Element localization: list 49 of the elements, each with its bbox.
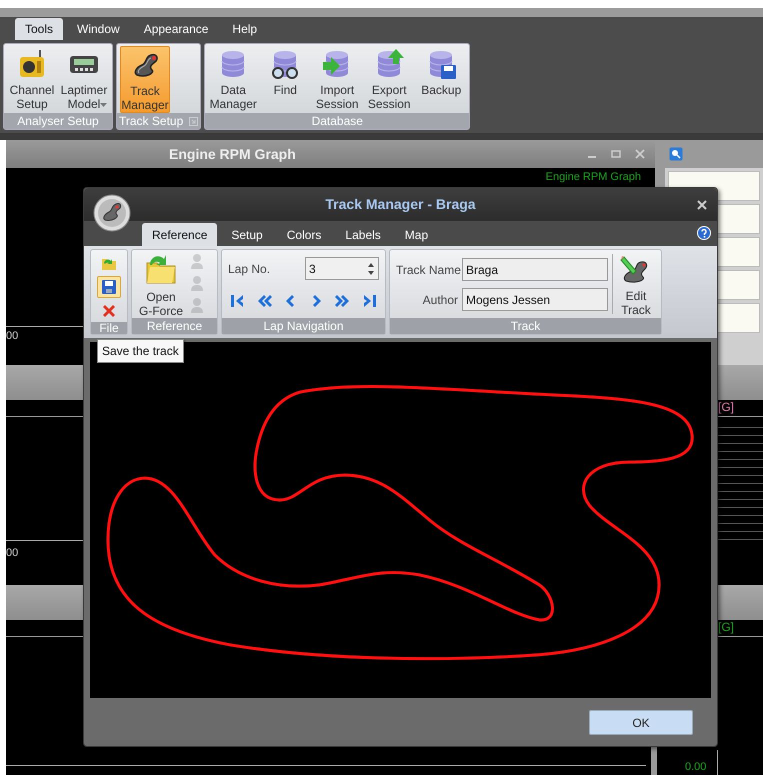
group-label: Lap Navigation	[263, 320, 344, 332]
dialog-tab[interactable]: Reference	[142, 223, 218, 246]
save-button[interactable]	[97, 276, 121, 298]
graph-legend: Engine RPM Graph	[546, 171, 641, 183]
unit-label: [G]	[718, 401, 734, 414]
ribbon-button[interactable]: Import Session	[312, 46, 362, 113]
edit-track-button[interactable]: Edit Track	[613, 250, 659, 318]
tooltip: Save the track	[97, 339, 184, 363]
group-label: Database	[312, 115, 363, 127]
dialog-tab[interactable]: Map	[394, 223, 438, 246]
ribbon-button[interactable]: Laptimer Model	[59, 46, 109, 113]
open-g-force-button[interactable]: Open G-Force	[132, 250, 190, 318]
field-label: Author	[422, 292, 458, 308]
maximize-icon[interactable]	[611, 149, 621, 159]
menu-tab[interactable]: Tools	[15, 18, 64, 40]
menu-tab[interactable]: Help	[222, 18, 268, 40]
group-label: File	[99, 322, 119, 334]
field-label: Track Name	[396, 262, 458, 278]
dialog-tab[interactable]: Setup	[221, 223, 273, 246]
ribbon-button[interactable]: Find	[260, 46, 310, 113]
track-name-field[interactable]: Braga	[462, 258, 608, 281]
group-label: Track Setup	[119, 115, 184, 127]
ribbon-button[interactable]: Channel Setup	[7, 46, 57, 113]
dialog-title: Track Manager - Braga	[324, 195, 477, 214]
help-icon[interactable]	[697, 226, 711, 240]
panel-title: Engine RPM Graph	[169, 144, 296, 164]
unit-label: [G]	[718, 621, 734, 634]
group-label: Reference	[146, 320, 202, 332]
search-icon[interactable]	[669, 147, 683, 161]
menu-tab[interactable]: Appearance	[134, 18, 218, 40]
ribbon-button[interactable]: Data Manager	[208, 46, 258, 113]
axis-value: 0.00	[685, 760, 706, 774]
dialog-tab[interactable]: Colors	[276, 223, 332, 246]
lap-number-label: Lap No.	[228, 260, 270, 278]
axis-label: 00	[6, 546, 18, 561]
close-icon[interactable]	[697, 200, 707, 210]
ok-button[interactable]: OK	[589, 710, 693, 735]
splitter-bar[interactable]	[651, 745, 657, 775]
axis-label: 00	[6, 329, 18, 344]
menu-tab[interactable]: Window	[67, 18, 130, 40]
ribbon-button[interactable]: Backup	[416, 46, 466, 113]
fast-forward-icon[interactable]	[334, 292, 352, 310]
lap-number-spinner[interactable]: 3	[305, 257, 379, 280]
ribbon-button[interactable]: Export Session	[364, 46, 414, 113]
author-field[interactable]: Mogens Jessen	[462, 288, 608, 311]
dialog-tab[interactable]: Labels	[335, 223, 391, 246]
group-label: Track	[510, 320, 540, 332]
group-label: Analyser Setup	[17, 115, 99, 127]
ribbon-button[interactable]: Track Manager	[120, 46, 170, 113]
